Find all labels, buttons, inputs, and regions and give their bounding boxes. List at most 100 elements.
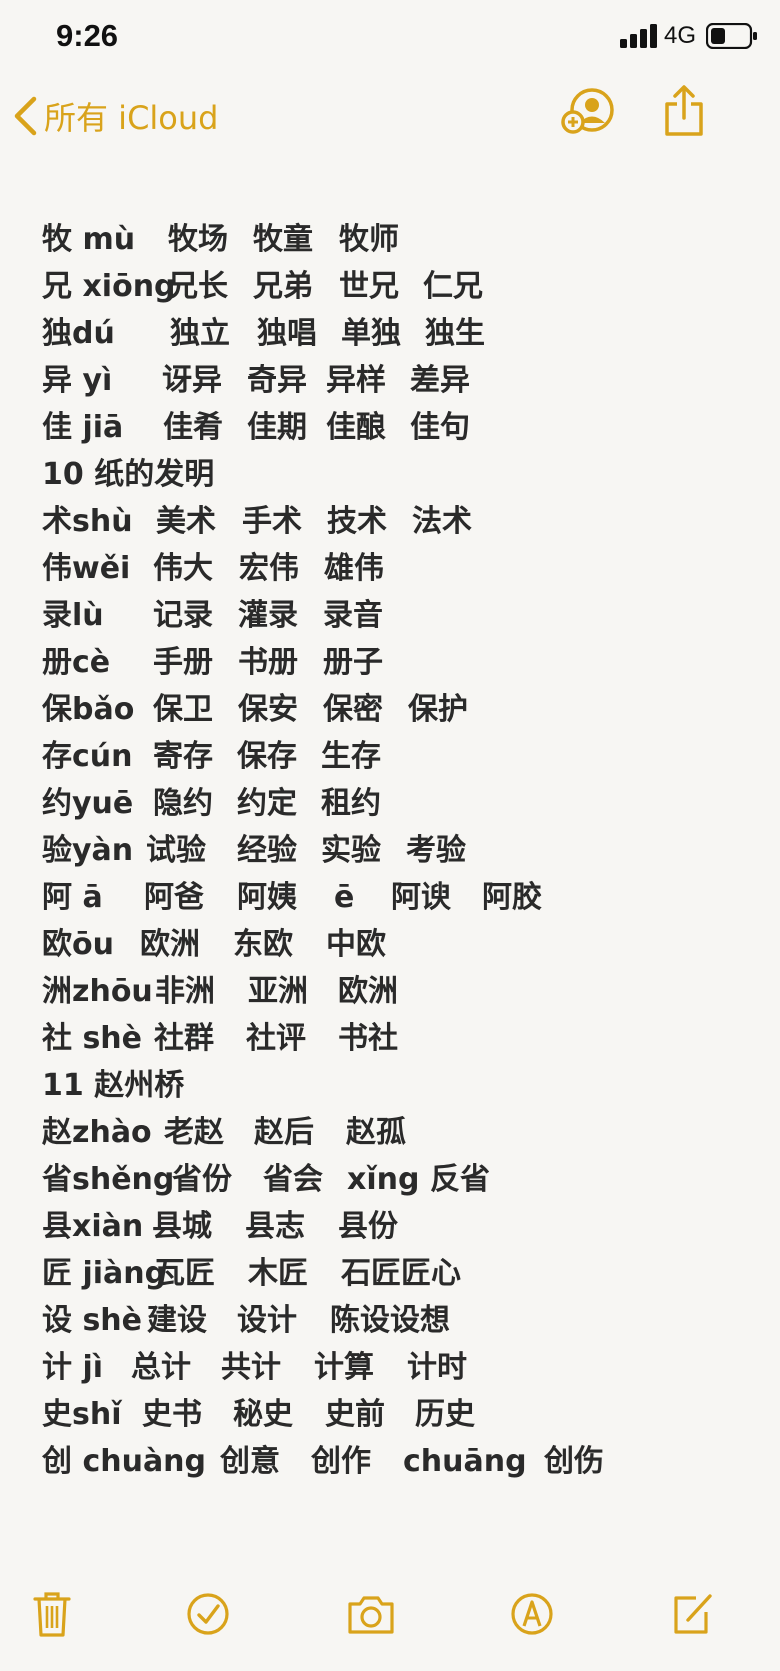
share-icon[interactable] [664,84,704,138]
note-character: 洲zhōu [42,974,153,1009]
note-word: 灌录 [238,598,298,633]
note-character: 录lù [42,598,104,633]
note-word: 书册 [238,645,298,680]
note-word: 老赵 [164,1115,224,1150]
note-word: 租约 [321,786,381,821]
note-word: 赵孤 [346,1115,406,1150]
note-word: 独立 [170,316,230,351]
note-word: 反省 [430,1162,490,1197]
note-word: 异样 [326,363,386,398]
note-line: 计 jì 总计 共计 计算 计时 [42,1344,762,1391]
note-word: 佳句 [410,410,470,445]
note-character: 设 shè [42,1303,143,1338]
note-line: 县xiàn 县城 县志 县份 [42,1203,762,1250]
add-people-icon[interactable] [560,86,616,136]
note-word: 县份 [338,1209,398,1244]
checklist-icon[interactable] [186,1590,230,1638]
note-word: 兄弟 [253,269,313,304]
note-word: 单独 [341,316,401,351]
note-character: 保bǎo [42,692,135,727]
note-word: 技术 [327,504,387,539]
note-line: 设 shè 建设 设计 陈设设想 [42,1297,762,1344]
note-character: 史shǐ [42,1397,122,1432]
note-line: 约yuē 隐约 约定 租约 [42,780,762,827]
note-character: 存cún [42,739,133,774]
note-word: 阿爸 [144,880,204,915]
note-word: 生存 [321,739,381,774]
note-word: 经验 [237,833,297,868]
note-character: 牧 mù [42,222,136,257]
note-word: 史书 [142,1397,202,1432]
note-word: 中欧 [326,927,386,962]
note-word: xǐng [347,1162,420,1197]
note-word: 佳酿 [326,410,386,445]
note-word: 独生 [425,316,485,351]
note-heading: 11 赵州桥 [42,1062,762,1109]
note-word: 历史 [415,1397,475,1432]
note-character: 兄 xiōng [42,269,176,304]
note-word: 佳期 [247,410,307,445]
note-word: 社评 [246,1021,306,1056]
note-line: 省shěng 省份 省会 xǐng 反省 [42,1156,762,1203]
note-word: 保存 [237,739,297,774]
note-line: 阿 ā 阿爸 阿姨 ē 阿谀 阿胶 [42,874,762,921]
note-word: 阿胶 [482,880,542,915]
note-word: 瓦匠 [155,1256,215,1291]
camera-icon[interactable] [346,1590,396,1638]
markup-icon[interactable] [510,1590,554,1638]
note-word: 手册 [153,645,213,680]
note-word: 仁兄 [423,269,483,304]
note-word: 石匠匠心 [341,1256,461,1291]
note-word: 省份 [172,1162,232,1197]
note-word: 建设 [147,1303,207,1338]
note-word: 亚洲 [248,974,308,1009]
note-character: 匠 jiàng [42,1256,167,1291]
note-word: 省会 [263,1162,323,1197]
note-word: 创伤 [544,1444,604,1479]
back-button[interactable]: 所有 iCloud [12,88,218,144]
note-word: 奇异 [247,363,307,398]
note-body[interactable]: 牧 mù 牧场 牧童 牧师兄 xiōng 兄长 兄弟 世兄 仁兄 独dú 独立 独唱 单独 独生异 yì… [42,216,762,1485]
trash-icon[interactable] [32,1590,72,1638]
note-word: 书社 [338,1021,398,1056]
note-word: 法术 [412,504,472,539]
note-word: 寄存 [153,739,213,774]
note-word: 史前 [325,1397,385,1432]
note-character: 验yàn [42,833,134,868]
note-word: 实验 [321,833,381,868]
note-word: 雄伟 [324,551,384,586]
note-word: 牧场 [168,222,228,257]
note-word: 世兄 [339,269,399,304]
note-line: 欧ōu 欧洲 东欧 中欧 [42,921,762,968]
note-character: 独dú [42,316,115,351]
compose-icon[interactable] [670,1590,714,1638]
note-character: 赵zhào [42,1115,152,1150]
note-word: 陈设设想 [330,1303,450,1338]
note-word: 手术 [242,504,302,539]
note-line: 社 shè 社群 社评 书社 [42,1015,762,1062]
note-line: 匠 jiàng 瓦匠 木匠 石匠匠心 [42,1250,762,1297]
note-character: 社 shè [42,1021,143,1056]
note-character: 省shěng [42,1162,175,1197]
status-bar: 9:26 4G [0,0,780,80]
note-word: 宏伟 [239,551,299,586]
note-line: 存cún 寄存 保存 生存 [42,733,762,780]
note-line: 册cè 手册 书册 册子 [42,639,762,686]
note-word: 约定 [237,786,297,821]
network-type: 4G [664,22,697,49]
note-word: 记录 [153,598,213,633]
note-line: 洲zhōu 非洲 亚洲 欧洲 [42,968,762,1015]
note-word: 县志 [245,1209,305,1244]
note-line: 创 chuàng 创意 创作 chuāng 创伤 [42,1438,762,1485]
note-word: 牧师 [339,222,399,257]
bottom-toolbar [0,1580,780,1660]
note-word: 兄长 [168,269,228,304]
note-word: 共计 [221,1350,281,1385]
note-character: 术shù [42,504,133,539]
note-word: 设计 [237,1303,297,1338]
note-line: 史shǐ 史书 秘史 史前 历史 [42,1391,762,1438]
note-character: 欧ōu [42,927,114,962]
note-word: 木匠 [248,1256,308,1291]
note-line: 牧 mù 牧场 牧童 牧师 [42,216,762,263]
note-word: 创意 [220,1444,280,1479]
